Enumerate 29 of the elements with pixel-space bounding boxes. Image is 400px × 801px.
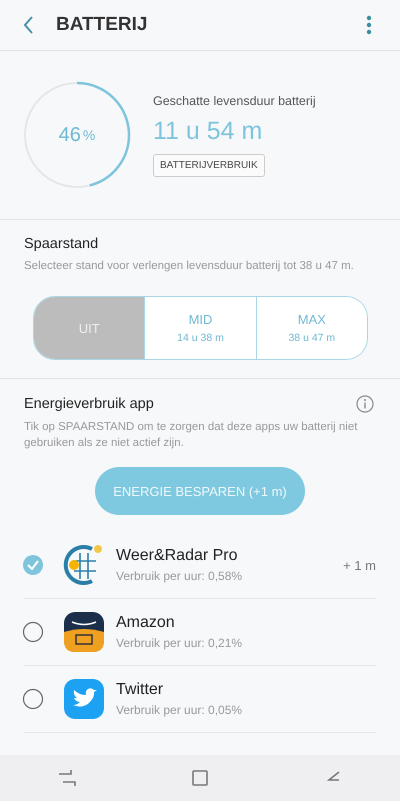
- app-name: Twitter: [116, 681, 164, 699]
- app-name: Amazon: [116, 614, 176, 632]
- home-icon[interactable]: [190, 768, 210, 788]
- app-checkbox[interactable]: [22, 554, 44, 576]
- app-usage: Verbruik per uur: 0,58%: [116, 569, 244, 583]
- section-description: Selecteer stand voor verlengen levensduur batterij tot 38 u 47 m.: [24, 259, 355, 274]
- save-energy-button[interactable]: ENERGIE BESPAREN (+1 m): [95, 467, 305, 515]
- section-title: Energieverbruik app: [24, 396, 154, 412]
- battery-percent: 46: [58, 124, 81, 146]
- section-description: Tik op SPAARSTAND om te zorgen dat deze apps uw batterij niet gebruiken als ze niet actief zijn.: [24, 420, 358, 451]
- estimate-value: 11 u 54 m: [153, 116, 262, 146]
- app-name: Weer&Radar Pro: [116, 547, 239, 565]
- time-gain: + 1 m: [343, 558, 376, 572]
- page-title: BATTERIJ: [56, 14, 148, 36]
- bird-app-icon: [62, 677, 106, 721]
- shopping-app-icon: [62, 610, 106, 654]
- mode-option[interactable]: MID 14 u 38 m: [144, 297, 256, 359]
- mode-option[interactable]: MAX 38 u 47 m: [256, 297, 367, 359]
- info-icon[interactable]: [356, 395, 374, 413]
- recent-apps-icon[interactable]: [56, 768, 77, 788]
- app-usage: Verbruik per uur: 0,05%: [116, 703, 244, 717]
- app-usage: Verbruik per uur: 0,21%: [116, 636, 244, 650]
- section-title: Spaarstand: [24, 236, 100, 252]
- percent-unit: %: [82, 127, 96, 143]
- more-options-icon[interactable]: [366, 15, 372, 35]
- app-checkbox[interactable]: [22, 688, 44, 710]
- battery-usage-button[interactable]: BATTERIJVERBRUIK: [153, 154, 265, 176]
- estimate-label: Geschatte levensduur batterij: [153, 94, 316, 108]
- app-checkbox[interactable]: [22, 621, 44, 643]
